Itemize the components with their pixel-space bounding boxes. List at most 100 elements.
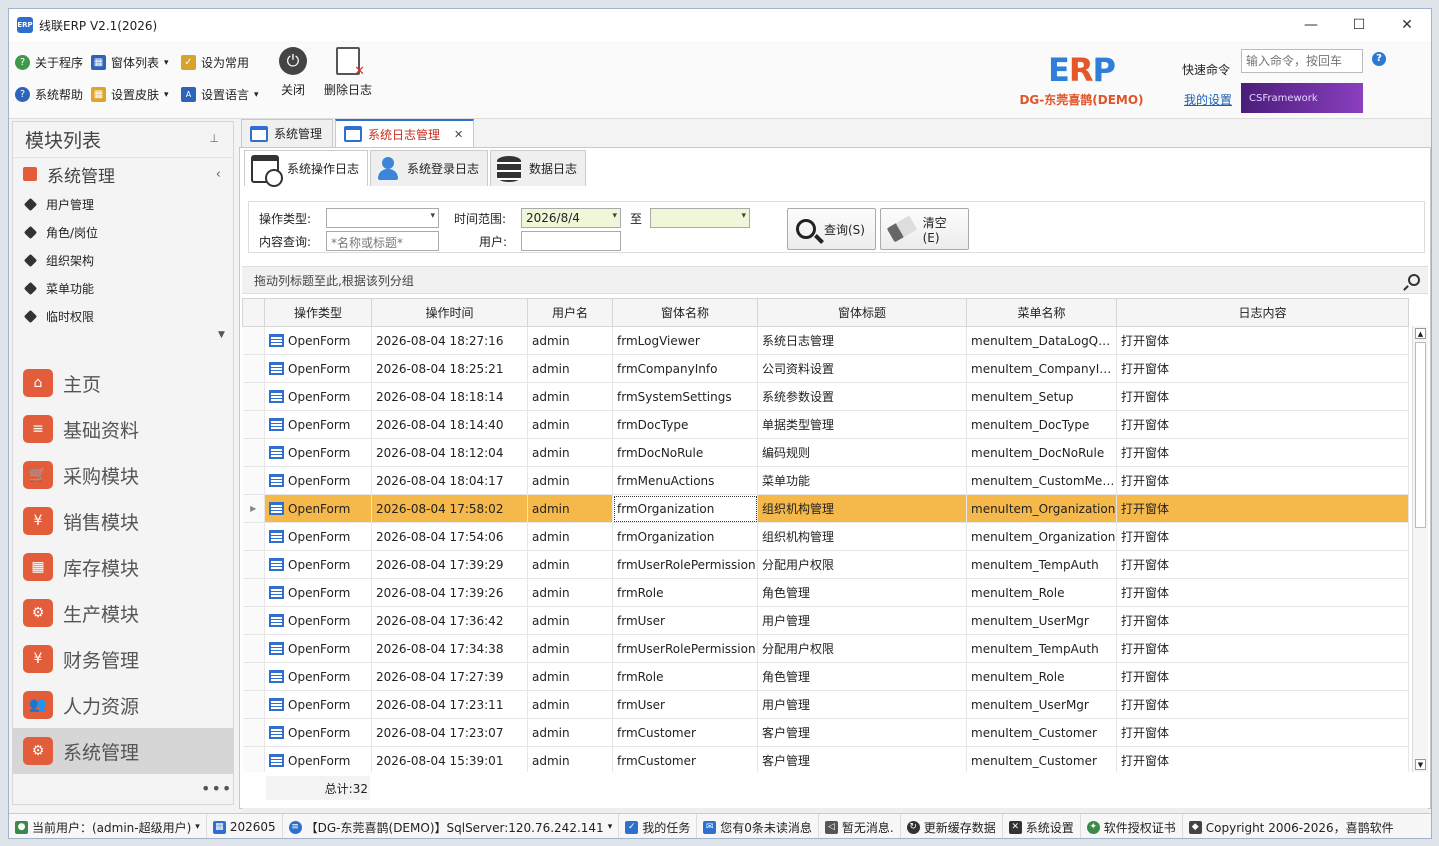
find-icon[interactable] — [1408, 274, 1420, 286]
table-cell[interactable]: 2026-08-04 17:34:38 — [371, 634, 528, 663]
table-cell[interactable]: 打开窗体 — [1116, 494, 1409, 523]
table-cell[interactable]: 打开窗体 — [1116, 466, 1409, 495]
table-row[interactable]: OpenForm 2026-08-04 17:54:06 admin frmOrgan… — [242, 522, 1409, 551]
question-icon[interactable]: ? — [1372, 52, 1386, 66]
table-cell[interactable]: 公司资料设置 — [757, 354, 967, 383]
tab-system-log[interactable]: 系统日志管理 ✕ — [335, 119, 475, 147]
table-cell[interactable]: menuItem_DocNoRule — [966, 438, 1117, 467]
table-cell[interactable]: OpenForm — [264, 410, 372, 439]
table-cell[interactable]: menuItem_Customer — [966, 746, 1117, 772]
more-options-button[interactable]: ••• — [201, 779, 232, 798]
table-cell[interactable]: frmOrganization — [612, 522, 758, 551]
group-by-panel[interactable]: 拖动列标题至此,根据该列分组 — [242, 266, 1428, 294]
content-query-input[interactable]: *名称或标题* — [326, 231, 439, 251]
table-row[interactable]: OpenForm 2026-08-04 17:36:42 admin frmUser 用… — [242, 606, 1409, 635]
table-row[interactable]: OpenForm 2026-08-04 17:23:11 admin frmUser 用… — [242, 690, 1409, 719]
vertical-scrollbar[interactable]: ▲ ▼ — [1412, 326, 1428, 772]
table-cell[interactable]: frmUserRolePermission — [612, 550, 758, 579]
table-cell[interactable]: 客户管理 — [757, 746, 967, 772]
table-cell[interactable]: admin — [527, 354, 613, 383]
table-row[interactable]: OpenForm 2026-08-04 15:39:01 admin frmCusto… — [242, 746, 1409, 772]
sidebar-item-temp-permissions[interactable]: 临时权限 — [13, 302, 233, 330]
table-cell[interactable]: menuItem_TempAuth — [966, 550, 1117, 579]
table-cell[interactable]: menuItem_Customer — [966, 718, 1117, 747]
table-cell[interactable]: 系统日志管理 — [757, 326, 967, 355]
table-cell[interactable]: menuItem_TempAuth — [966, 634, 1117, 663]
row-indicator[interactable] — [242, 438, 265, 467]
table-cell[interactable]: menuItem_DataLogQuery — [966, 326, 1117, 355]
license-button[interactable]: ✦ 软件授权证书 — [1081, 814, 1183, 838]
table-cell[interactable]: 组织机构管理 — [757, 494, 967, 523]
table-cell[interactable]: frmUser — [612, 690, 758, 719]
table-cell[interactable]: 分配用户权限 — [757, 634, 967, 663]
tab-login-log[interactable]: 系统登录日志 — [370, 150, 489, 186]
table-cell[interactable]: 打开窗体 — [1116, 634, 1409, 663]
table-cell[interactable]: 分配用户权限 — [757, 550, 967, 579]
row-indicator[interactable] — [242, 690, 265, 719]
table-cell[interactable]: OpenForm — [264, 718, 372, 747]
table-row[interactable]: OpenForm 2026-08-04 18:12:04 admin frmDocNo… — [242, 438, 1409, 467]
table-cell[interactable]: 打开窗体 — [1116, 550, 1409, 579]
row-indicator[interactable] — [242, 662, 265, 691]
skin-button[interactable]: ▦ 设置皮肤 ▾ — [91, 86, 169, 103]
system-settings-button[interactable]: ✕ 系统设置 — [1003, 814, 1081, 838]
table-cell[interactable]: OpenForm — [264, 522, 372, 551]
table-row[interactable]: OpenForm 2026-08-04 18:27:16 admin frmLogVi… — [242, 326, 1409, 355]
table-cell[interactable]: admin — [527, 382, 613, 411]
table-cell[interactable]: 角色管理 — [757, 662, 967, 691]
query-button[interactable]: 查询(S) — [787, 208, 876, 250]
row-indicator[interactable] — [242, 382, 265, 411]
sidebar-item-user-management[interactable]: 用户管理 — [13, 190, 233, 218]
table-cell[interactable]: admin — [527, 494, 613, 523]
table-cell[interactable]: frmMenuActions — [612, 466, 758, 495]
table-cell[interactable]: frmLogViewer — [612, 326, 758, 355]
table-cell[interactable]: 2026-08-04 17:27:39 — [371, 662, 528, 691]
table-cell[interactable]: 打开窗体 — [1116, 606, 1409, 635]
module-hr[interactable]: 👥 人力资源 — [13, 682, 233, 728]
table-cell[interactable]: OpenForm — [264, 382, 372, 411]
table-cell[interactable]: admin — [527, 522, 613, 551]
table-cell[interactable]: admin — [527, 718, 613, 747]
table-cell[interactable]: 打开窗体 — [1116, 690, 1409, 719]
maximize-button[interactable]: ☐ — [1335, 9, 1383, 41]
scroll-down-icon[interactable]: ▼ — [1415, 759, 1426, 770]
minimize-button[interactable]: — — [1287, 9, 1335, 41]
table-cell[interactable]: frmRole — [612, 578, 758, 607]
table-cell[interactable]: OpenForm — [264, 354, 372, 383]
row-indicator[interactable] — [242, 746, 265, 772]
row-indicator[interactable] — [242, 326, 265, 355]
sidebar-item-menu-functions[interactable]: 菜单功能 — [13, 274, 233, 302]
table-cell[interactable]: frmDocType — [612, 410, 758, 439]
table-cell[interactable]: admin — [527, 606, 613, 635]
table-cell[interactable]: frmUser — [612, 606, 758, 635]
row-indicator[interactable] — [242, 466, 265, 495]
scrollbar-thumb[interactable] — [1415, 342, 1426, 528]
current-user-status[interactable]: ● 当前用户：(admin-超级用户) ▾ — [9, 814, 207, 838]
column-header[interactable]: 菜单名称 — [966, 298, 1117, 327]
table-cell[interactable]: OpenForm — [264, 662, 372, 691]
table-cell[interactable]: admin — [527, 690, 613, 719]
table-row[interactable]: ▶ OpenForm 2026-08-04 17:58:02 admin frmOrga… — [242, 494, 1409, 523]
language-button[interactable]: A 设置语言 ▾ — [181, 86, 259, 103]
table-cell[interactable]: 2026-08-04 17:39:29 — [371, 550, 528, 579]
row-indicator[interactable] — [242, 550, 265, 579]
table-cell[interactable]: OpenForm — [264, 634, 372, 663]
module-system[interactable]: ⚙ 系统管理 — [13, 728, 233, 774]
table-cell[interactable]: admin — [527, 550, 613, 579]
table-cell[interactable]: menuItem_CustomMen... — [966, 466, 1117, 495]
table-cell[interactable]: frmCompanyInfo — [612, 354, 758, 383]
table-cell[interactable]: frmRole — [612, 662, 758, 691]
row-indicator[interactable] — [242, 606, 265, 635]
table-cell[interactable]: 打开窗体 — [1116, 354, 1409, 383]
table-cell[interactable]: admin — [527, 578, 613, 607]
table-cell[interactable]: admin — [527, 326, 613, 355]
table-cell[interactable]: 系统参数设置 — [757, 382, 967, 411]
table-cell[interactable]: 2026-08-04 17:58:02 — [371, 494, 528, 523]
row-indicator[interactable] — [242, 410, 265, 439]
module-basic-data[interactable]: ≡ 基础资料 — [13, 406, 233, 452]
table-cell[interactable]: 2026-08-04 18:14:40 — [371, 410, 528, 439]
scroll-down-icon[interactable]: ▼ — [218, 330, 225, 340]
tab-data-log[interactable]: 数据日志 — [490, 150, 587, 186]
table-cell[interactable]: 2026-08-04 17:39:26 — [371, 578, 528, 607]
date-to-picker[interactable] — [650, 208, 750, 228]
